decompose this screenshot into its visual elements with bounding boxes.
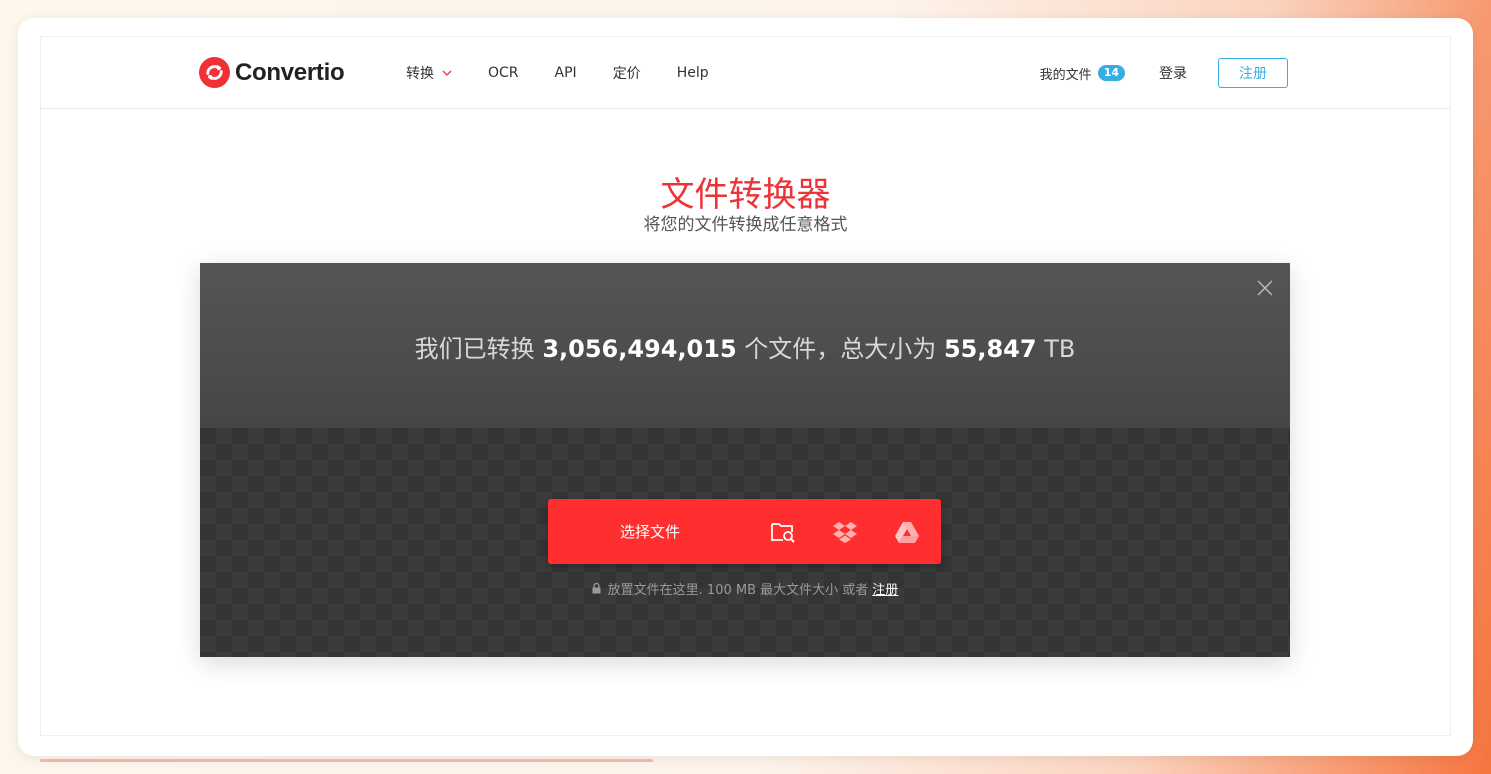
page-load-progress — [40, 759, 653, 762]
stats-panel: 我们已转换 3,056,494,015 个文件，总大小为 55,847 TB — [200, 263, 1290, 428]
account-nav: 我的文件 14 登录 注册 — [1040, 37, 1288, 109]
site-header: Convertio 转换 OCR API 定价 Help 我的文件 14 登录 … — [41, 37, 1450, 109]
logo-text: Convertio — [235, 58, 345, 86]
drop-hint-text: 放置文件在这里. 100 MB 最大文件大小 或者 — [607, 583, 869, 598]
converter-box: 我们已转换 3,056,494,015 个文件，总大小为 55,847 TB 选… — [200, 263, 1290, 657]
dropbox-button[interactable] — [814, 499, 876, 564]
my-files-label: 我的文件 — [1039, 67, 1092, 83]
stats-files-count: 3,056,494,015 — [542, 335, 737, 363]
nav-item-ocr[interactable]: OCR — [488, 65, 519, 81]
convertio-logo-icon — [199, 57, 230, 88]
signup-button[interactable]: 注册 — [1218, 58, 1288, 88]
google-drive-button[interactable] — [876, 499, 938, 564]
conversion-stats: 我们已转换 3,056,494,015 个文件，总大小为 55,847 TB — [200, 329, 1290, 364]
my-files-link[interactable]: 我的文件 14 — [1040, 64, 1125, 83]
main-nav: 转换 OCR API 定价 Help — [406, 37, 745, 109]
stats-middle: 个文件，总大小为 — [744, 335, 937, 363]
page: Convertio 转换 OCR API 定价 Help 我的文件 14 登录 … — [40, 36, 1451, 736]
my-files-count-badge: 14 — [1097, 65, 1125, 81]
chevron-down-icon — [442, 70, 452, 76]
stats-prefix: 我们已转换 — [414, 335, 535, 363]
local-folder-button[interactable] — [752, 499, 814, 564]
page-subtitle: 将您的文件转换成任意格式 — [643, 215, 848, 235]
stats-total-size: 55,847 — [943, 335, 1037, 363]
logo[interactable]: Convertio — [199, 57, 345, 88]
lock-icon — [592, 583, 601, 594]
drop-hint: 放置文件在这里. 100 MB 最大文件大小 或者 注册 — [200, 579, 1290, 598]
stats-unit: TB — [1044, 335, 1076, 363]
nav-item-convert[interactable]: 转换 — [406, 63, 452, 83]
select-files-button[interactable]: 选择文件 — [548, 521, 752, 542]
nav-item-api[interactable]: API — [555, 65, 577, 81]
drop-hint-signup-link[interactable]: 注册 — [872, 579, 898, 598]
nav-item-label: 转换 — [406, 66, 434, 82]
page-title: 文件转换器 — [660, 175, 831, 215]
browser-frame: Convertio 转换 OCR API 定价 Help 我的文件 14 登录 … — [18, 18, 1473, 756]
file-select-bar: 选择文件 — [548, 499, 941, 564]
close-icon[interactable] — [1257, 280, 1273, 296]
nav-item-pricing[interactable]: 定价 — [613, 63, 641, 83]
google-drive-icon — [895, 521, 919, 543]
dropbox-icon — [833, 521, 857, 543]
nav-item-help[interactable]: Help — [677, 65, 709, 81]
drop-zone[interactable]: 选择文件 放置文件在这里. 100 MB 最大文件大小 或者 注册 — [200, 428, 1290, 657]
folder-search-icon — [771, 522, 795, 543]
login-link[interactable]: 登录 — [1159, 63, 1187, 83]
